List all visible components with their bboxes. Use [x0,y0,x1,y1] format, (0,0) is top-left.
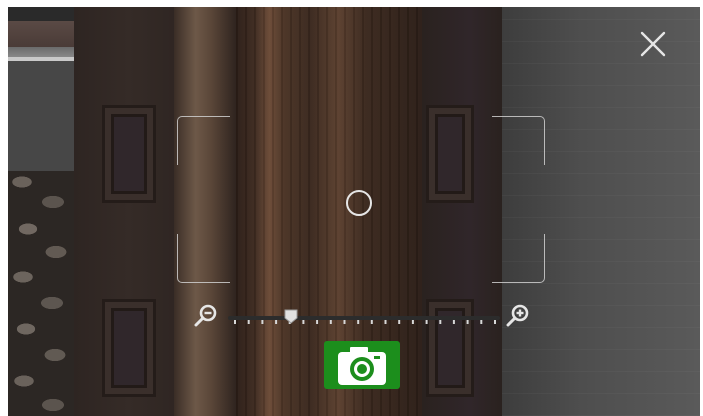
zoom-tick [480,320,483,324]
zoom-tick [329,320,332,324]
door-panel [426,105,474,203]
zoom-slider-ticks [234,320,496,324]
door-right [422,7,502,416]
zoom-slider-handle[interactable] [284,309,298,324]
zoom-tick [357,320,360,324]
zoom-tick [234,320,236,324]
zoom-tick [370,320,373,324]
viewfinder-corner-bottom-right [492,234,545,283]
viewfinder-corner-top-left [177,116,230,165]
zoom-tick [302,320,305,324]
zoom-tick [275,320,278,324]
viewfinder-corner-top-right [492,116,545,165]
zoom-tick [398,320,401,324]
door-left [74,7,184,416]
zoom-tick [494,320,496,324]
zoom-tick [425,320,428,324]
zoom-in-button[interactable] [504,303,532,329]
zoom-tick [316,320,319,324]
zoom-tick [247,320,250,324]
camera-icon [338,347,386,385]
door-panel [426,299,474,397]
close-icon [640,31,666,57]
zoom-tick [411,320,414,324]
wooden-post [174,7,236,416]
close-button[interactable] [639,30,667,58]
zoom-in-icon [506,304,529,327]
zoom-tick [439,320,442,324]
brick-wall [502,7,700,416]
zoom-tick [343,320,346,324]
zoom-out-button[interactable] [192,303,220,329]
target-circle-icon [346,190,372,216]
capture-photo-button[interactable] [324,341,400,389]
zoom-out-icon [194,304,217,327]
door-panel [102,299,156,397]
zoom-tick [452,320,455,324]
zoom-tick [261,320,264,324]
door-panel [102,105,156,203]
zoom-tick [466,320,469,324]
upper-window [8,7,74,63]
window-frame [8,57,74,171]
viewfinder-corner-bottom-left [177,234,230,283]
stone-wall [8,7,74,416]
zoom-tick [384,320,387,324]
